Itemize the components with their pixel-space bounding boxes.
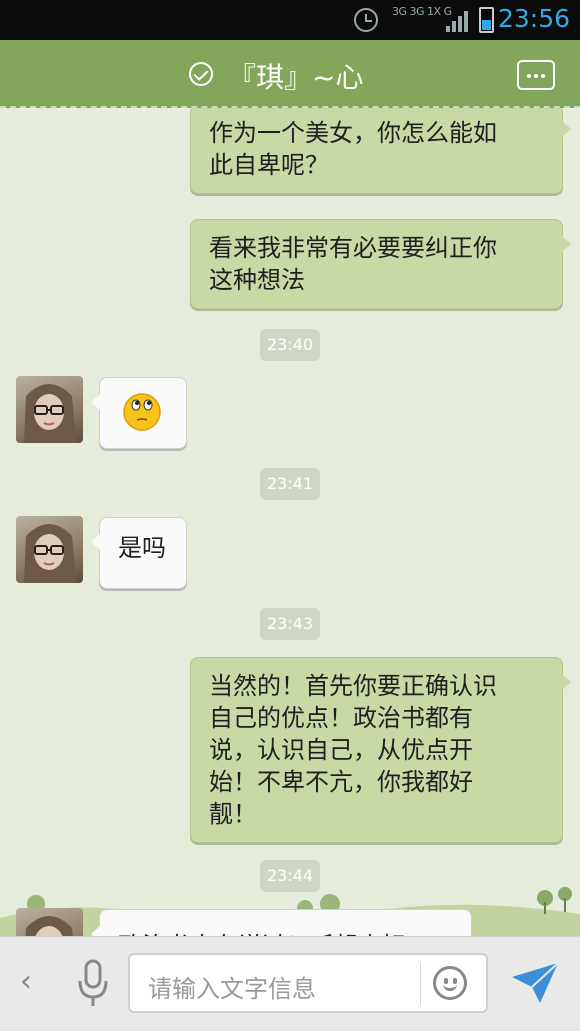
timestamp-badge: 23:41 <box>260 468 320 500</box>
message-bubble-outgoing[interactable]: 看来我非常有必要要纠正你 这种想法 <box>190 219 571 309</box>
more-menu-icon[interactable] <box>517 60 555 90</box>
timestamp-badge: 23:40 <box>260 329 320 361</box>
alarm-clock-icon <box>354 8 378 32</box>
timestamp-badge: 23:43 <box>260 608 320 640</box>
message-line: 这种想法 <box>209 266 305 294</box>
message-line: 始！不卑不亢，你我都好 <box>209 768 473 796</box>
emoji-icon[interactable] <box>433 966 467 1000</box>
message-bubble-incoming[interactable]: 是吗 <box>91 517 187 589</box>
contact-avatar[interactable] <box>16 376 83 443</box>
mic-icon[interactable] <box>75 959 111 1009</box>
contact-avatar[interactable] <box>16 516 83 583</box>
message-bubble-outgoing[interactable]: 作为一个美女，你怎么能如 此自卑呢？ <box>190 108 571 194</box>
message-line: 此自卑呢？ <box>209 151 329 179</box>
input-bar: ‹ 请输入文字信息 <box>0 936 580 1031</box>
status-bar: 3G 3G 1X G 23:56 <box>0 0 580 40</box>
chat-title[interactable]: 『琪』~心 <box>228 56 363 96</box>
message-input[interactable]: 请输入文字信息 <box>128 953 488 1013</box>
battery-icon <box>479 7 494 33</box>
message-bubble-incoming[interactable] <box>91 377 187 449</box>
message-line: 当然的！首先你要正确认识 <box>209 672 497 700</box>
message-line: 政治书真有说过？听起来好 <box>118 924 453 936</box>
message-line: 靓！ <box>209 800 257 828</box>
smiley-emoji-icon <box>123 393 161 431</box>
check-icon <box>189 62 213 86</box>
message-bubble-incoming[interactable]: 政治书真有说过？听起来好 <box>91 909 472 936</box>
chat-header: 『琪』~心 <box>0 40 580 108</box>
message-bubble-outgoing[interactable]: 当然的！首先你要正确认识 自己的优点！政治书都有 说，认识自己，从优点开 始！不… <box>190 657 571 843</box>
message-line: 作为一个美女，你怎么能如 <box>209 119 497 147</box>
chat-area[interactable]: 作为一个美女，你怎么能如 此自卑呢？ 看来我非常有必要要纠正你 这种想法 23:… <box>0 108 580 936</box>
message-line: 说，认识自己，从优点开 <box>209 736 473 764</box>
message-line: 看来我非常有必要要纠正你 <box>209 234 497 262</box>
status-time: 23:56 <box>497 4 570 33</box>
network-indicator: 3G 3G 1X G <box>392 5 452 18</box>
message-line: 是吗 <box>118 534 166 562</box>
send-icon[interactable] <box>510 961 560 1005</box>
contact-avatar[interactable] <box>16 908 83 936</box>
message-input-placeholder: 请输入文字信息 <box>148 975 316 1003</box>
signal-strength-icon <box>446 10 470 32</box>
message-line: 自己的优点！政治书都有 <box>209 704 473 732</box>
input-divider <box>420 963 421 1005</box>
back-icon[interactable]: ‹ <box>20 967 32 997</box>
